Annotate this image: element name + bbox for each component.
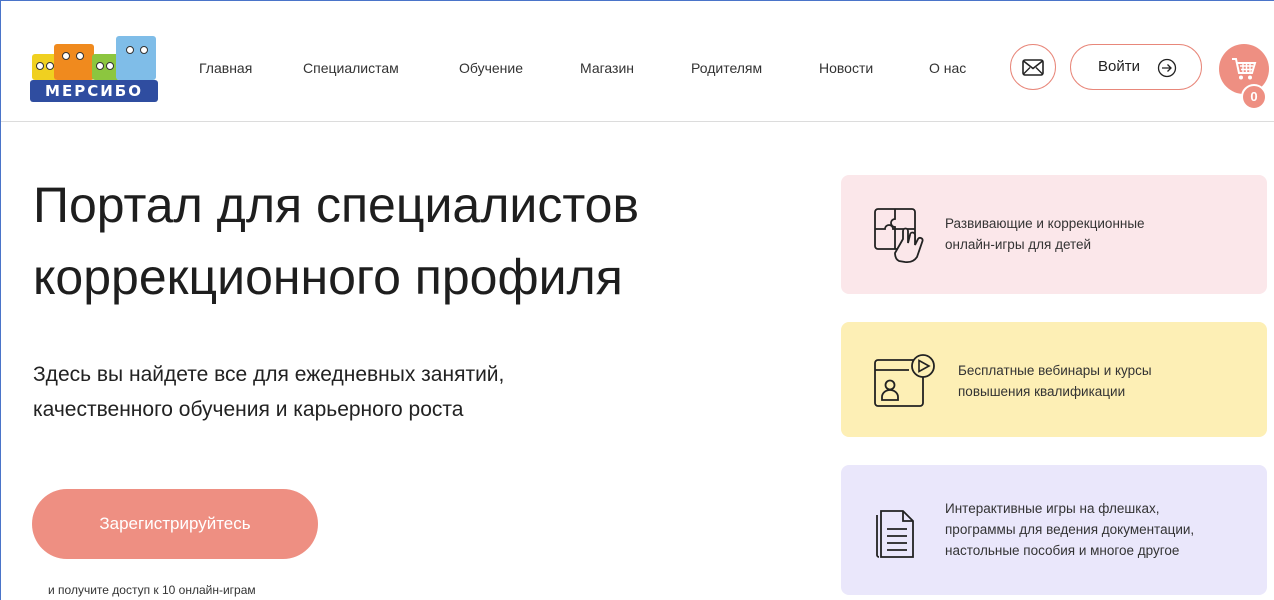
nav-item-about[interactable]: О нас bbox=[929, 60, 966, 76]
mersibo-logo[interactable]: МЕРСИБО bbox=[28, 36, 160, 102]
puzzle-hand-icon bbox=[874, 208, 924, 264]
nav-item-home[interactable]: Главная bbox=[199, 60, 252, 76]
nav-item-specialists[interactable]: Специалистам bbox=[303, 60, 399, 76]
feature-line: настольные пособия и многое другое bbox=[945, 543, 1180, 558]
feature-line: повышения квалификации bbox=[958, 384, 1126, 399]
hero-subtitle: Здесь вы найдете все для ежедневных заня… bbox=[33, 357, 713, 427]
feature-line: онлайн-игры для детей bbox=[945, 237, 1092, 252]
feature-line: Интерактивные игры на флешках, bbox=[945, 501, 1160, 516]
hero-subtitle-line-1: Здесь вы найдете все для ежедневных заня… bbox=[33, 363, 505, 386]
documents-icon bbox=[876, 510, 914, 558]
feature-line: программы для ведения документации, bbox=[945, 522, 1195, 537]
hero-subtitle-line-2: качественного обучения и карьерного рост… bbox=[33, 398, 464, 421]
logo-wordmark: МЕРСИБО bbox=[30, 80, 158, 102]
nav-item-parents[interactable]: Родителям bbox=[691, 60, 762, 76]
site-header: МЕРСИБО Главная Специалистам Обучение Ма… bbox=[1, 1, 1274, 122]
nav-item-shop[interactable]: Магазин bbox=[580, 60, 634, 76]
feature-card-webinars[interactable]: Бесплатные вебинары и курсы повышения кв… bbox=[841, 322, 1267, 437]
feature-text-webinars: Бесплатные вебинары и курсы повышения кв… bbox=[958, 360, 1152, 402]
mail-button[interactable] bbox=[1010, 44, 1056, 90]
login-button[interactable]: Войти bbox=[1070, 44, 1202, 90]
nav-item-education[interactable]: Обучение bbox=[459, 60, 523, 76]
feature-card-products[interactable]: Интерактивные игры на флешках, программы… bbox=[841, 465, 1267, 595]
hero-title-line-1: Портал для специалистов bbox=[33, 177, 640, 233]
nav-item-news[interactable]: Новости bbox=[819, 60, 873, 76]
register-button[interactable]: Зарегистрируйтесь bbox=[32, 489, 318, 559]
hero-title-line-2: коррекционного профиля bbox=[33, 249, 623, 305]
login-label: Войти bbox=[1098, 58, 1140, 75]
video-webinar-icon bbox=[874, 354, 935, 407]
envelope-icon bbox=[1022, 59, 1044, 76]
register-note: и получите доступ к 10 онлайн-играм bbox=[48, 583, 256, 597]
feature-text-products: Интерактивные игры на флешках, программы… bbox=[945, 498, 1194, 561]
feature-text-online-games: Развивающие и коррекционные онлайн-игры … bbox=[945, 213, 1145, 255]
feature-card-online-games[interactable]: Развивающие и коррекционные онлайн-игры … bbox=[841, 175, 1267, 294]
cart-icon bbox=[1232, 58, 1257, 80]
feature-line: Развивающие и коррекционные bbox=[945, 216, 1145, 231]
arrow-right-circle-icon bbox=[1157, 58, 1177, 78]
cart-count-badge: 0 bbox=[1241, 84, 1267, 110]
hero-title: Портал для специалистов коррекционного п… bbox=[33, 169, 813, 313]
page: МЕРСИБО Главная Специалистам Обучение Ма… bbox=[0, 0, 1274, 600]
feature-line: Бесплатные вебинары и курсы bbox=[958, 363, 1152, 378]
logo-characters bbox=[28, 36, 160, 82]
